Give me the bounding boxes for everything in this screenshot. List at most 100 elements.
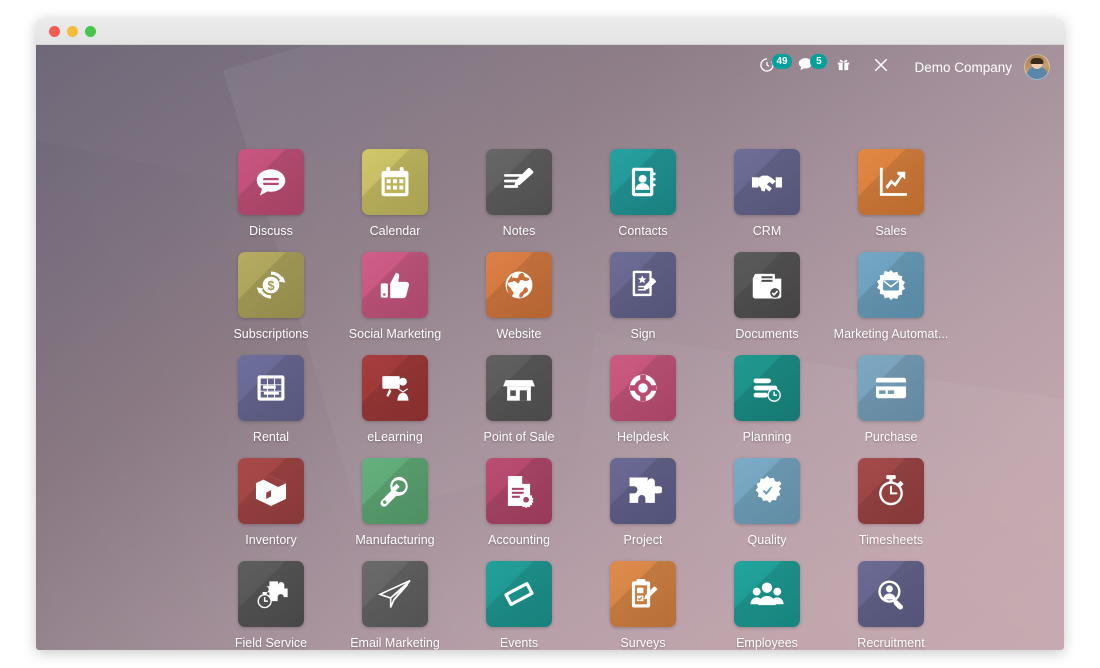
address-book-icon[interactable] [610,149,676,215]
app-label: Marketing Automat... [833,327,949,341]
app-label: Planning [742,430,792,444]
systray: 49 5 Demo Company [748,45,1064,89]
window-close-button[interactable] [49,25,60,37]
note-pencil-icon[interactable] [486,149,552,215]
bars-clock-icon[interactable] [734,355,800,421]
svg-text:$: $ [267,279,274,293]
open-box-icon[interactable] [238,458,304,524]
app-calendar[interactable]: Calendar [333,149,457,238]
app-sales[interactable]: Sales [829,149,953,238]
app-purchase[interactable]: Purchase [829,355,953,444]
app-label: Rental [252,430,290,444]
app-timesheets[interactable]: Timesheets [829,458,953,547]
avatar[interactable] [1024,54,1050,80]
puzzle-timer-icon[interactable] [238,561,304,627]
app-website[interactable]: Website [457,252,581,341]
handshake-icon[interactable] [734,149,800,215]
app-helpdesk[interactable]: Helpdesk [581,355,705,444]
app-label: Timesheets [858,533,924,547]
app-label: Website [496,327,542,341]
calendar-bars-icon[interactable] [238,355,304,421]
app-label: Sales [875,224,907,238]
ticket-icon[interactable] [486,561,552,627]
gift-icon-glyph [836,57,851,77]
app-label: Email Marketing [350,636,440,650]
globe-icon[interactable] [486,252,552,318]
document-sign-icon[interactable] [610,252,676,318]
app-label: Social Marketing [348,327,442,341]
app-label: Manufacturing [355,533,435,547]
app-label: Purchase [864,430,918,444]
gift-icon[interactable] [825,45,862,89]
messages-icon[interactable]: 5 [786,45,828,89]
gear-envelope-icon[interactable] [858,252,924,318]
app-crm[interactable]: CRM [705,149,829,238]
app-label: Subscriptions [233,327,309,341]
app-label: Sign [630,327,656,341]
company-name[interactable]: Demo Company [900,60,1024,75]
app-sign[interactable]: Sign [581,252,705,341]
app-recruitment[interactable]: Recruitment [829,561,953,650]
clipboard-pencil-icon[interactable] [610,561,676,627]
browser-window: 49 5 Demo Company Discuss Calendar Notes Cont… [36,18,1064,650]
app-point-of-sale[interactable]: Point of Sale [457,355,581,444]
activities-icon[interactable]: 49 [748,45,792,89]
app-label: CRM [752,224,782,238]
invoice-gear-icon[interactable] [486,458,552,524]
app-field-service[interactable]: Field Service [209,561,333,650]
app-inventory[interactable]: Inventory [209,458,333,547]
app-grid: Discuss Calendar Notes Contacts CRM Sales $ Sub… [36,149,1064,650]
thumbs-up-icon[interactable] [362,252,428,318]
app-label: Contacts [618,224,668,238]
app-marketing-automat[interactable]: Marketing Automat... [829,252,953,341]
teaching-board-icon[interactable] [362,355,428,421]
app-accounting[interactable]: Accounting [457,458,581,547]
chart-up-icon[interactable] [858,149,924,215]
app-label: Surveys [620,636,666,650]
life-ring-icon[interactable] [610,355,676,421]
window-minimize-button[interactable] [67,25,78,37]
app-elearning[interactable]: eLearning [333,355,457,444]
app-planning[interactable]: Planning [705,355,829,444]
credit-card-icon[interactable] [858,355,924,421]
app-email-marketing[interactable]: Email Marketing [333,561,457,650]
speech-bubble-icon[interactable] [238,149,304,215]
app-subscriptions[interactable]: $ Subscriptions [209,252,333,341]
people-group-icon[interactable] [734,561,800,627]
stopwatch-icon[interactable] [858,458,924,524]
app-label: Accounting [488,533,550,547]
folder-check-icon[interactable] [734,252,800,318]
shop-icon[interactable] [486,355,552,421]
app-events[interactable]: Events [457,561,581,650]
app-label: Employees [736,636,798,650]
calendar-icon[interactable] [362,149,428,215]
app-label: Field Service [234,636,308,650]
wrench-icon[interactable] [362,458,428,524]
app-social-marketing[interactable]: Social Marketing [333,252,457,341]
app-label: Recruitment [857,636,925,650]
app-documents[interactable]: Documents [705,252,829,341]
paper-plane-icon[interactable] [362,561,428,627]
app-label: Inventory [245,533,297,547]
app-quality[interactable]: Quality [705,458,829,547]
app-label: Events [499,636,539,650]
badge-pencil-icon[interactable] [734,458,800,524]
app-notes[interactable]: Notes [457,149,581,238]
app-employees[interactable]: Employees [705,561,829,650]
app-surveys[interactable]: Surveys [581,561,705,650]
app-discuss[interactable]: Discuss [209,149,333,238]
app-rental[interactable]: Rental [209,355,333,444]
app-contacts[interactable]: Contacts [581,149,705,238]
app-project[interactable]: Project [581,458,705,547]
app-manufacturing[interactable]: Manufacturing [333,458,457,547]
recurring-dollar-icon[interactable]: $ [238,252,304,318]
developer-tools-icon[interactable] [862,45,900,89]
app-label: Point of Sale [483,430,555,444]
window-maximize-button[interactable] [85,25,96,37]
app-label: Documents [735,327,799,341]
window-titlebar [36,18,1064,45]
app-label: Quality [747,533,787,547]
app-label: Helpdesk [616,430,670,444]
puzzle-piece-icon[interactable] [610,458,676,524]
magnifier-person-icon[interactable] [858,561,924,627]
